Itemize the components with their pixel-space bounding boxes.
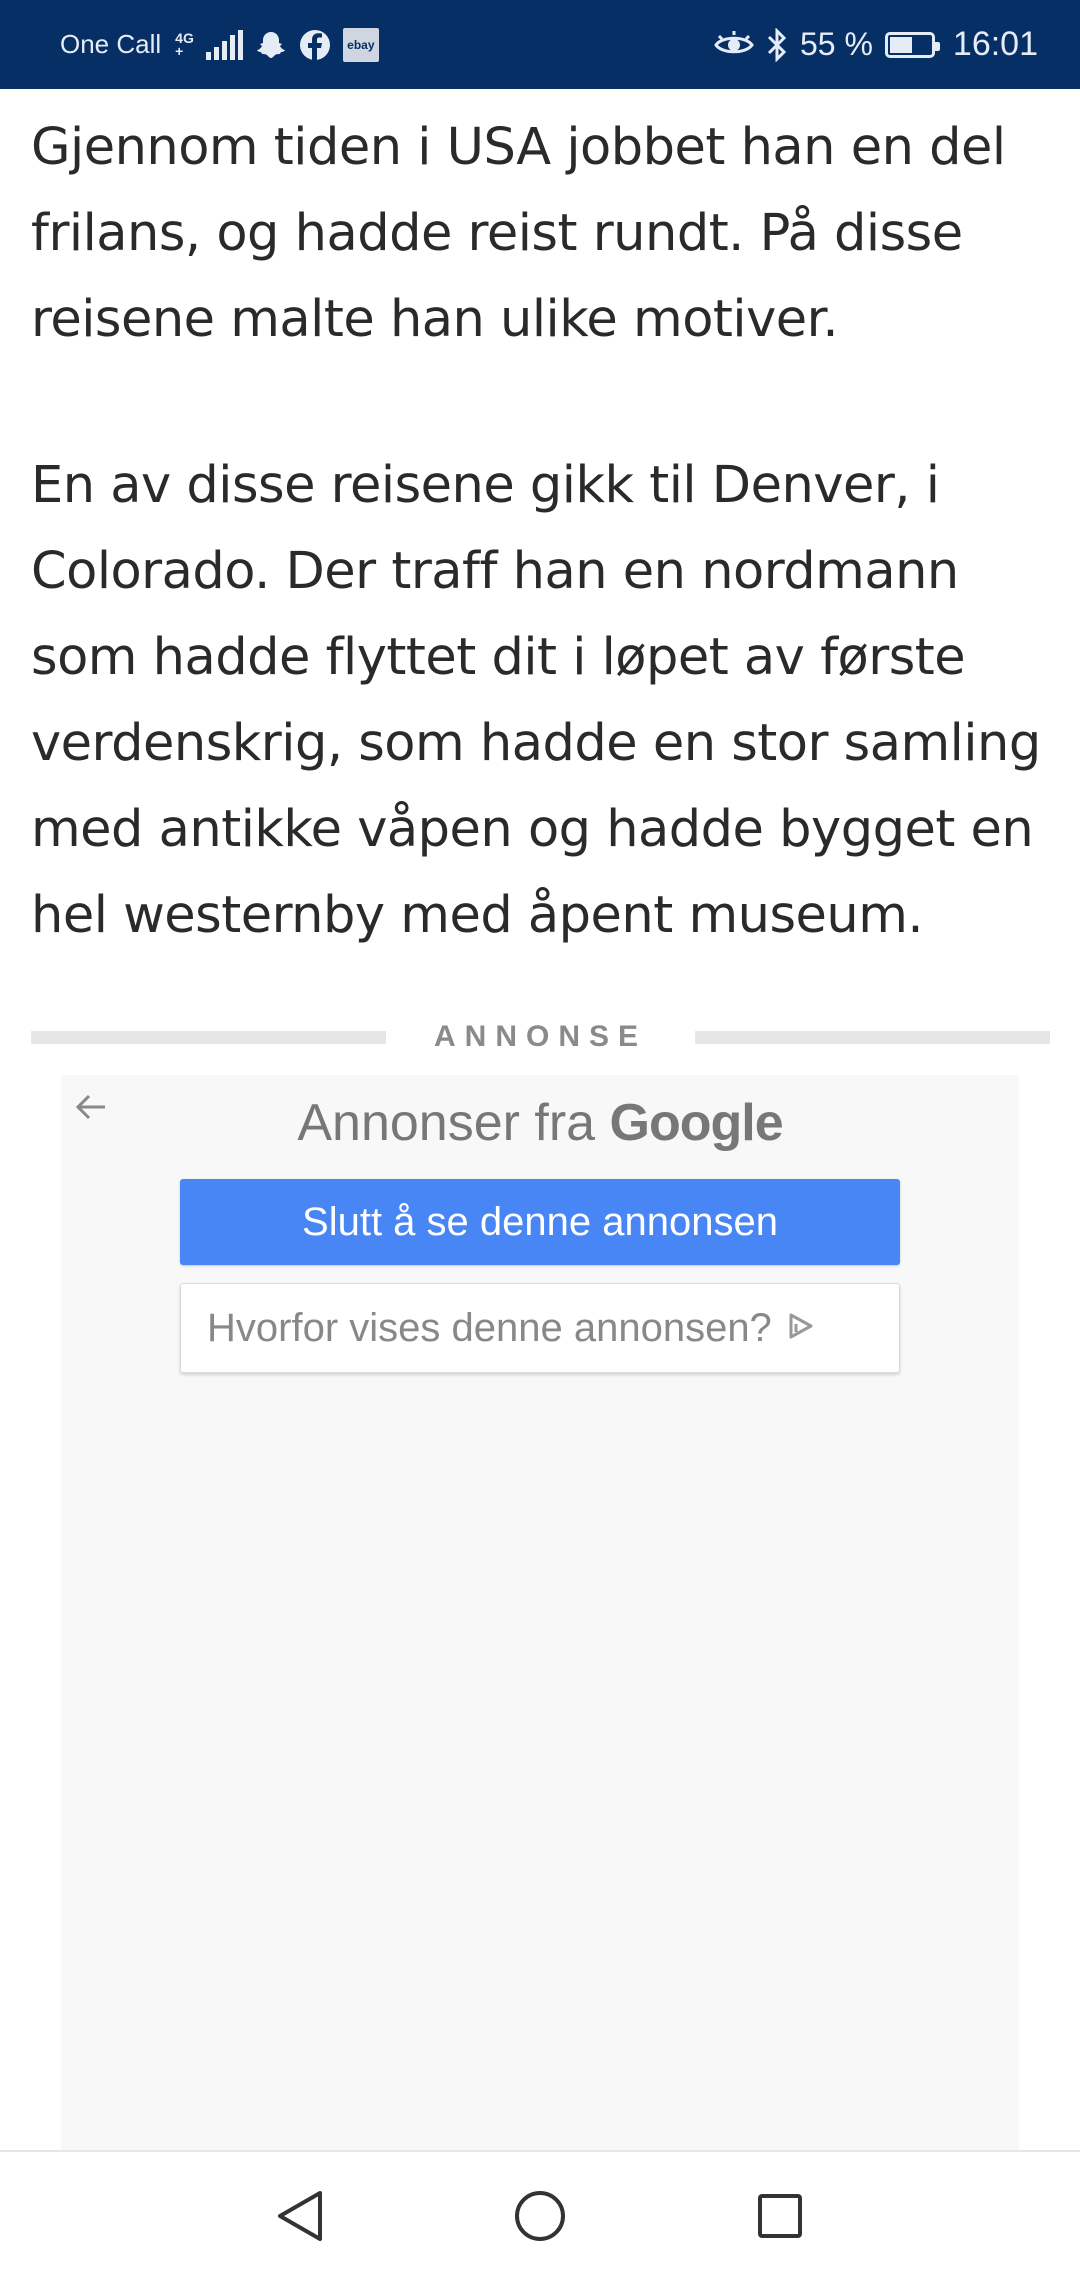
carrier-name: One Call [60,29,162,59]
ebay-icon: ebay [342,27,379,62]
back-icon[interactable] [180,2189,420,2243]
recents-icon[interactable] [660,2191,900,2241]
article-paragraph: En av disse reisene gikk til Denver, i C… [31,456,1041,945]
why-this-ad-label: Hvorfor vises denne annonsen? [207,1305,772,1350]
ad-label: ANNONSE [434,1020,648,1053]
status-bar: One Call 4G + ebay 55 % 16:01 [0,0,1080,89]
home-icon[interactable] [420,2189,660,2243]
battery-level [889,36,912,53]
ad-title-prefix: Annonser fra [297,1094,596,1152]
navigation-bar [0,2150,1080,2280]
status-bar-left: One Call 4G + ebay [60,27,379,62]
snapchat-icon [255,29,287,61]
ad-container: Annonser fra Google Slutt å se denne ann… [61,1075,1019,2150]
article-body: Gjennom tiden i USA jobbet han en del fr… [31,105,1051,959]
eye-comfort-icon [714,30,754,60]
divider-line-left [31,1030,386,1044]
google-logo: Google [609,1094,784,1152]
clock: 16:01 [952,25,1038,63]
signal-icon [205,29,243,60]
bluetooth-icon [766,27,788,62]
article-paragraph: Gjennom tiden i USA jobbet han en del fr… [31,118,1006,349]
divider-line-right [695,1030,1051,1044]
adchoices-icon [786,1306,816,1351]
stop-seeing-ad-button[interactable]: Slutt å se denne annonsen [180,1179,900,1265]
battery-icon [884,31,940,58]
ad-title: Annonser fra Google [61,1093,1019,1153]
network-type-sub: + [175,42,184,59]
battery-percent: 55 % [799,26,873,62]
why-this-ad-button[interactable]: Hvorfor vises denne annonsen? [180,1283,900,1373]
network-type: 4G + [175,31,194,59]
facebook-icon [299,29,331,61]
ad-divider: ANNONSE [31,1020,1051,1053]
status-bar-right: 55 % 16:01 [714,25,1038,64]
